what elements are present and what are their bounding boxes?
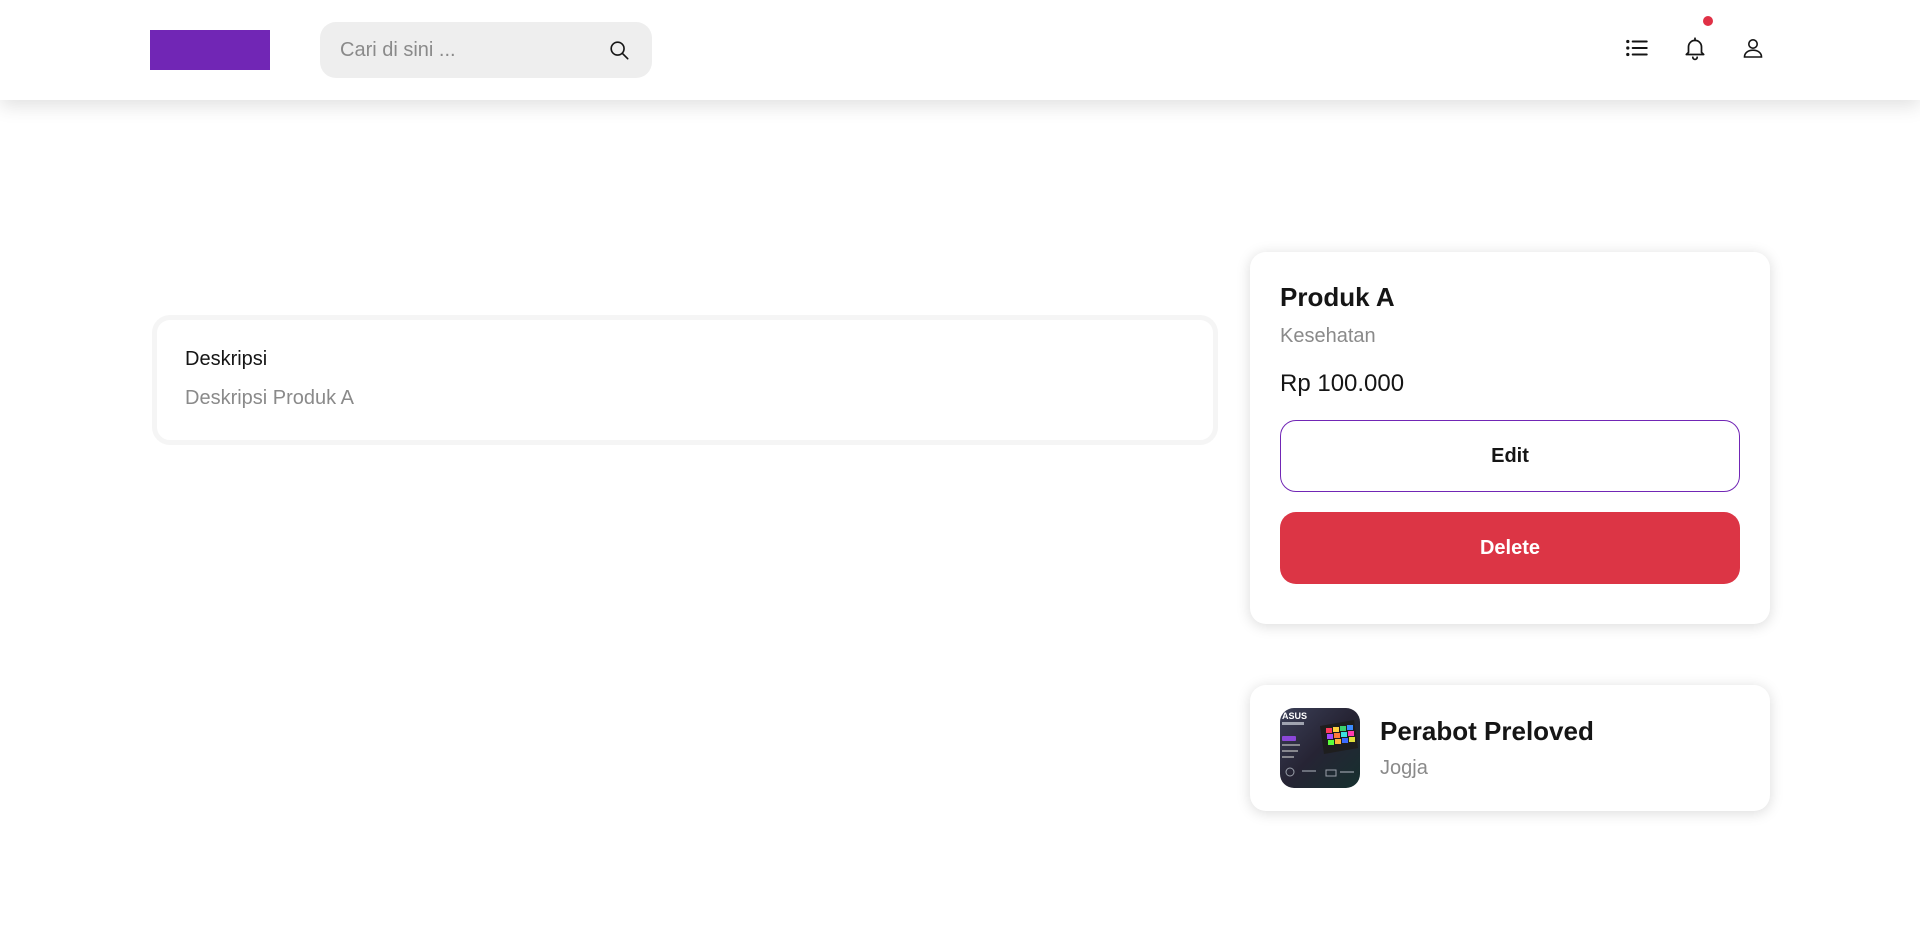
delete-button[interactable]: Delete xyxy=(1280,512,1740,584)
user-icon[interactable] xyxy=(1739,34,1767,62)
seller-info: Perabot Preloved Jogja xyxy=(1380,716,1594,780)
search-input[interactable] xyxy=(340,38,606,62)
edit-button[interactable]: Edit xyxy=(1280,420,1740,492)
seller-name: Perabot Preloved xyxy=(1380,716,1594,746)
search-bar xyxy=(320,22,652,78)
seller-city: Jogja xyxy=(1380,757,1428,779)
search-icon[interactable] xyxy=(606,37,632,63)
logo[interactable] xyxy=(150,30,270,70)
bell-icon[interactable] xyxy=(1681,16,1713,62)
list-icon[interactable] xyxy=(1623,34,1651,62)
product-price: Rp 100.000 xyxy=(1280,370,1405,397)
description-title: Deskripsi xyxy=(185,348,268,370)
avatar-brand-text: ASUS xyxy=(1282,711,1307,721)
notification-dot xyxy=(1703,16,1713,26)
seller-avatar: ASUS xyxy=(1280,708,1360,788)
seller-card: ASUS Perabot Preloved Jogja xyxy=(1250,685,1770,811)
nav-icons xyxy=(1623,16,1767,62)
product-category: Kesehatan xyxy=(1280,325,1376,347)
description-text: Deskripsi Produk A xyxy=(185,387,354,409)
product-name: Produk A xyxy=(1280,282,1395,312)
product-info-card: Produk A Kesehatan Rp 100.000 Edit Delet… xyxy=(1250,252,1770,624)
description-card: Deskripsi Deskripsi Produk A xyxy=(152,315,1218,445)
top-navbar xyxy=(0,0,1920,100)
